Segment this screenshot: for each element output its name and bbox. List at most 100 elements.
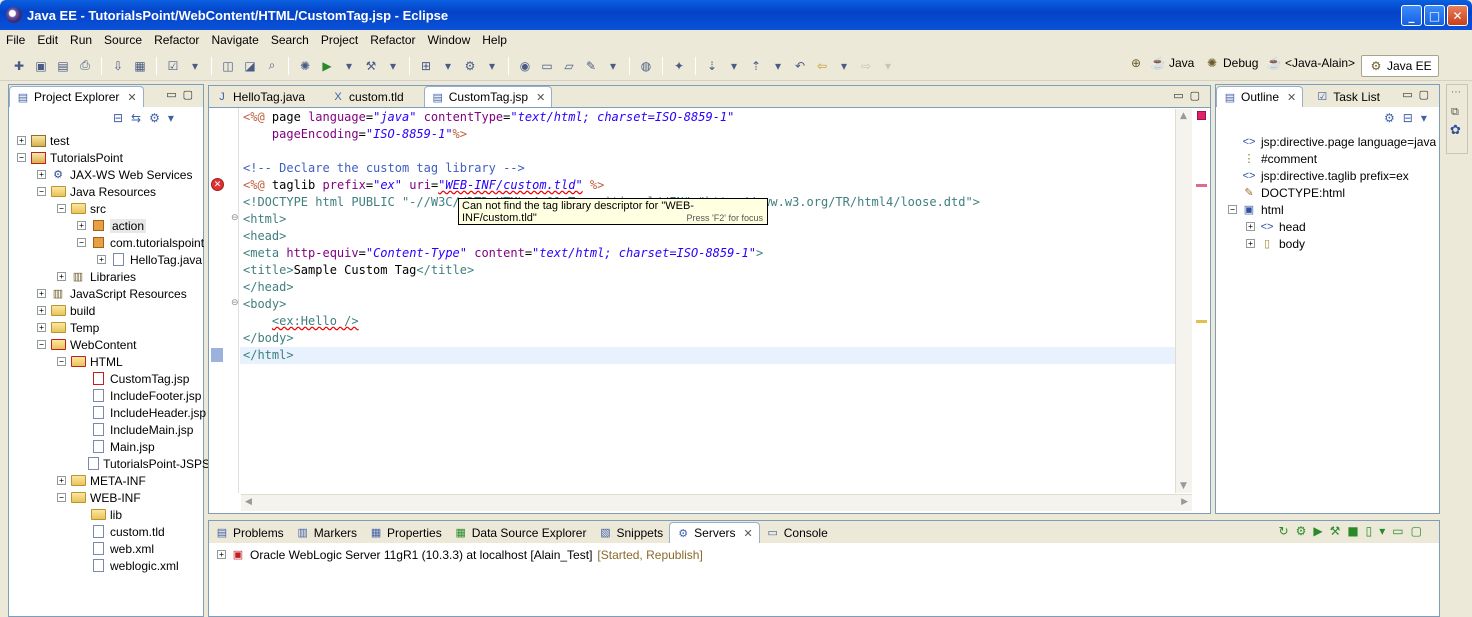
menu-source[interactable]: Source: [98, 33, 148, 47]
dropdown-arrow-icon[interactable]: ▾: [483, 57, 501, 75]
tab-outline[interactable]: ▤ Outline ✕: [1216, 86, 1304, 107]
outline-min-max-controls[interactable]: ▭▢: [1402, 88, 1435, 101]
tab-customtag-jsp[interactable]: ▤ CustomTag.jsp ✕: [423, 86, 553, 107]
new-bean-icon[interactable]: ⚙: [461, 57, 479, 75]
tab-properties[interactable]: ▦ Properties: [363, 522, 448, 543]
close-icon[interactable]: ✕: [536, 91, 545, 104]
tree-item[interactable]: CustomTag.jsp: [77, 370, 189, 387]
web-browser-icon[interactable]: ◉: [516, 57, 534, 75]
new-server-icon[interactable]: ⊞: [417, 57, 435, 75]
save-icon[interactable]: ▣: [32, 57, 50, 75]
perspective-java-ee[interactable]: ⚙ Java EE: [1361, 55, 1439, 77]
tree-item[interactable]: + test: [17, 132, 69, 149]
outline-item[interactable]: + <> head: [1246, 218, 1306, 235]
tools-icon[interactable]: ✦: [670, 57, 688, 75]
tree-item[interactable]: − WebContent: [37, 336, 137, 353]
tab-project-explorer[interactable]: ▤ Project Explorer ✕: [9, 86, 144, 107]
tree-item[interactable]: + action: [77, 217, 147, 234]
tab-console[interactable]: ▭ Console: [760, 522, 834, 543]
task-icon[interactable]: ☑: [164, 57, 182, 75]
menu-refactor-2[interactable]: Refactor: [364, 33, 421, 47]
outline-item[interactable]: − ▣ html: [1228, 201, 1284, 218]
menu-navigate[interactable]: Navigate: [205, 33, 264, 47]
collapse-link-icon[interactable]: ⊟⇆⚙▾: [113, 111, 182, 125]
error-marker-icon[interactable]: ✕: [211, 178, 224, 191]
tree-item[interactable]: weblogic.xml: [77, 557, 179, 574]
minimize-button[interactable]: _: [1401, 5, 1422, 26]
tree-item[interactable]: IncludeMain.jsp: [77, 421, 193, 438]
perspective-java[interactable]: ☕ Java: [1150, 55, 1195, 71]
dropdown-arrow-icon[interactable]: ▾: [186, 57, 204, 75]
tab-servers[interactable]: ⚙ Servers ✕: [669, 522, 760, 543]
tree-item[interactable]: TutorialsPoint-JSPS: [77, 455, 210, 472]
editor-horizontal-scrollbar[interactable]: ◀ ▶: [241, 494, 1192, 511]
close-icon[interactable]: ✕: [744, 527, 753, 540]
dropdown-arrow-icon[interactable]: ▾: [879, 57, 897, 75]
tree-item[interactable]: + Temp: [37, 319, 99, 336]
previous-annotation-icon[interactable]: ⇡: [747, 57, 765, 75]
tab-custom-tld[interactable]: X custom.tld: [325, 86, 410, 107]
error-summary-icon[interactable]: [1197, 111, 1206, 120]
palette-icon[interactable]: ✿: [1450, 123, 1461, 138]
tab-markers[interactable]: ▥ Markers: [290, 522, 363, 543]
dropdown-arrow-icon[interactable]: ▾: [604, 57, 622, 75]
run-icon[interactable]: ▶: [318, 57, 336, 75]
globe-icon[interactable]: ◍: [637, 57, 655, 75]
panel-min-max-controls[interactable]: ▭▢: [166, 88, 199, 101]
tree-item[interactable]: − src: [57, 200, 106, 217]
editor-min-max-controls[interactable]: ▭▢: [1173, 89, 1206, 102]
menu-run[interactable]: Run: [64, 33, 98, 47]
forward-icon[interactable]: ⇨: [857, 57, 875, 75]
outline-item[interactable]: <> jsp:directive.taglib prefix=ex: [1228, 167, 1409, 184]
export-icon[interactable]: ▦: [131, 57, 149, 75]
menu-edit[interactable]: Edit: [31, 33, 64, 47]
dropdown-arrow-icon[interactable]: ▾: [835, 57, 853, 75]
tree-item[interactable]: + META-INF: [57, 472, 146, 489]
outline-item[interactable]: <> jsp:directive.page language=java: [1228, 133, 1437, 150]
error-annotation-mark[interactable]: [1196, 184, 1207, 187]
debug-icon[interactable]: ✺: [296, 57, 314, 75]
menu-help[interactable]: Help: [476, 33, 513, 47]
tab-data-source-explorer[interactable]: ▦ Data Source Explorer: [448, 522, 593, 543]
dropdown-arrow-icon[interactable]: ▾: [769, 57, 787, 75]
tree-item[interactable]: + build: [37, 302, 95, 319]
perspective-open[interactable]: ⊕: [1128, 55, 1144, 71]
warning-annotation-mark[interactable]: [1196, 320, 1207, 323]
close-icon[interactable]: ✕: [1287, 91, 1296, 104]
tree-item[interactable]: − WEB-INF: [57, 489, 141, 506]
perspective-java-alain[interactable]: ☕ <Java-Alain>: [1266, 55, 1356, 71]
open-resource-icon[interactable]: ◪: [241, 57, 259, 75]
tab-problems[interactable]: ▤ Problems: [209, 522, 290, 543]
server-toolbar-icons[interactable]: ↻⚙▶⚒■▯▾▭▢: [1279, 524, 1429, 538]
tab-snippets[interactable]: ▧ Snippets: [592, 522, 669, 543]
new-icon[interactable]: ✚: [10, 57, 28, 75]
tree-item[interactable]: IncludeFooter.jsp: [77, 387, 201, 404]
tree-item[interactable]: + ▥ JavaScript Resources: [37, 285, 187, 302]
maximize-button[interactable]: □: [1424, 5, 1445, 26]
tab-task-list[interactable]: ☑ Task List: [1309, 86, 1386, 107]
server-row[interactable]: + ▣ Oracle WebLogic Server 11gR1 (10.3.3…: [217, 546, 703, 563]
search-icon[interactable]: ⌕: [263, 57, 281, 75]
tree-item[interactable]: − Java Resources: [37, 183, 156, 200]
perspective-debug[interactable]: ✺ Debug: [1204, 55, 1258, 71]
overview-ruler[interactable]: [1194, 109, 1210, 493]
menu-search[interactable]: Search: [265, 33, 315, 47]
tab-hellotag-java[interactable]: J HelloTag.java: [209, 86, 311, 107]
menu-file[interactable]: File: [0, 33, 31, 47]
tree-item[interactable]: + ▥ Libraries: [57, 268, 136, 285]
dropdown-arrow-icon[interactable]: ▾: [384, 57, 402, 75]
dropdown-arrow-icon[interactable]: ▾: [340, 57, 358, 75]
outline-toolbar-icons[interactable]: ⚙⊟▾: [1384, 111, 1435, 125]
editor-vertical-scrollbar[interactable]: ▲ ▼: [1175, 109, 1192, 493]
outline-item[interactable]: + ▯ body: [1246, 235, 1305, 252]
print-icon[interactable]: ⎙: [76, 57, 94, 75]
tree-item[interactable]: lib: [77, 506, 122, 523]
dropdown-arrow-icon[interactable]: ▾: [439, 57, 457, 75]
tree-item[interactable]: − TutorialsPoint: [17, 149, 123, 166]
last-edit-icon[interactable]: ↶: [791, 57, 809, 75]
tree-item[interactable]: − com.tutorialspoint: [77, 234, 204, 251]
fold-icon[interactable]: ⊖: [231, 213, 239, 223]
tree-item[interactable]: + ⚙ JAX-WS Web Services: [37, 166, 192, 183]
menu-project[interactable]: Project: [315, 33, 364, 47]
trim-handle-icon[interactable]: ⋯: [1451, 87, 1461, 98]
